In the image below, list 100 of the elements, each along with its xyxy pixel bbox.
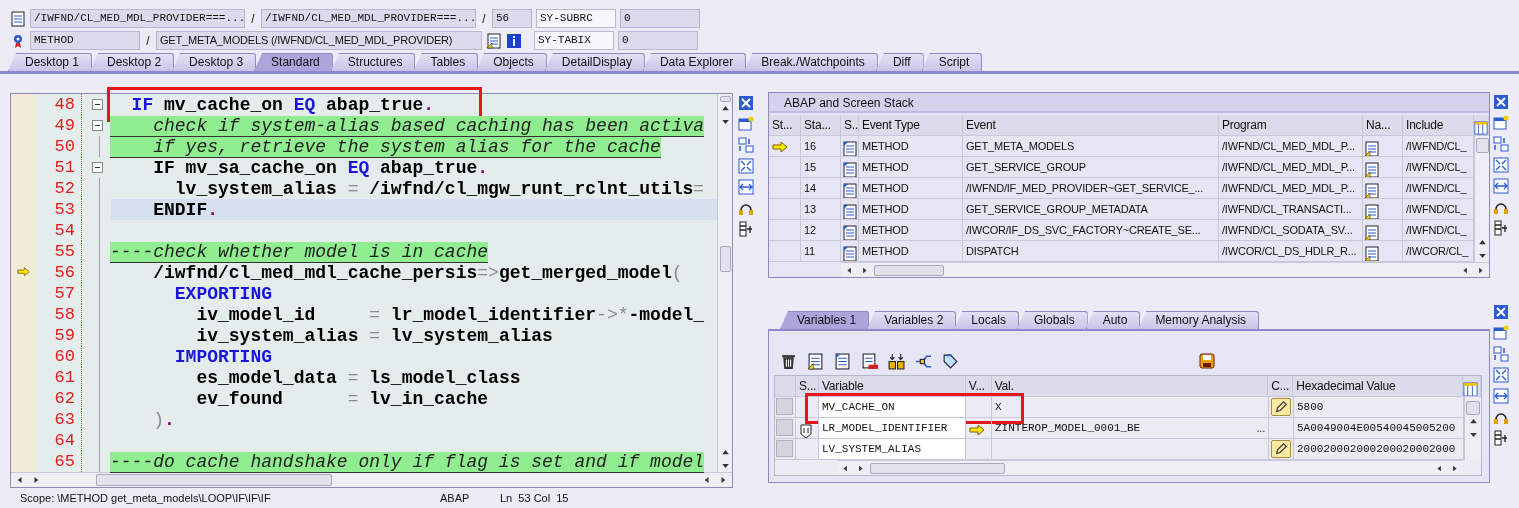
new-window-icon[interactable] (738, 116, 754, 132)
variable-value[interactable]: ZINTEROP_MODEL_0001_BE (995, 418, 1141, 438)
horizontal-resize-icon[interactable] (1493, 388, 1509, 404)
delete-icon[interactable] (780, 352, 797, 370)
close-icon[interactable] (1493, 304, 1509, 320)
table-cell[interactable]: METHOD (859, 178, 963, 199)
table-cell[interactable]: /IWFND/IF_MED_PROVIDER~GET_SERVICE_... (963, 178, 1219, 199)
scrollbar-thumb[interactable] (1475, 138, 1489, 153)
close-icon[interactable] (738, 95, 754, 111)
document-icon[interactable] (842, 162, 858, 177)
tool-icon[interactable] (738, 221, 754, 237)
table-cell[interactable]: 11 (801, 241, 841, 262)
column-header[interactable]: St... (769, 115, 801, 136)
column-header[interactable]: S.. (841, 115, 859, 136)
scrollbar-thumb[interactable] (719, 96, 731, 102)
column-header[interactable]: Event (963, 115, 1219, 136)
table-cell[interactable]: /IWFND/CL_MED_MDL_P... (1219, 136, 1363, 157)
tab[interactable]: Variables 2 (867, 311, 957, 329)
collapse-icon[interactable] (92, 162, 103, 173)
document-icon[interactable] (1364, 204, 1380, 219)
document-icon[interactable] (842, 225, 858, 240)
download-icon[interactable] (888, 352, 905, 370)
table-cell[interactable]: /IWCOR/IF_DS_SVC_FACTORY~CREATE_SE... (963, 220, 1219, 241)
tab[interactable]: Desktop 3 (172, 53, 257, 71)
tab[interactable]: Tables (413, 53, 479, 71)
table-cell[interactable]: METHOD (859, 199, 963, 220)
table-cell[interactable]: /IWFND/CL_SODATA_SV... (1219, 220, 1363, 241)
column-header[interactable]: Event Type (859, 115, 963, 136)
table-cell[interactable]: 14 (801, 178, 841, 199)
tab[interactable]: Structures (330, 53, 416, 71)
expand-icon[interactable] (738, 158, 754, 174)
document-icon[interactable] (807, 352, 824, 370)
variable-name[interactable]: MV_CACHE_ON (819, 397, 966, 418)
table-cell[interactable]: /IWFND/CL_TRANSACTI... (1219, 199, 1363, 220)
info-icon[interactable] (506, 32, 522, 49)
table-cell[interactable]: GET_SERVICE_GROUP (963, 157, 1219, 178)
column-settings-icon[interactable] (1463, 381, 1478, 396)
scrollbar-thumb[interactable] (1466, 401, 1480, 415)
table-cell[interactable]: METHOD (859, 220, 963, 241)
tab[interactable]: Auto (1085, 311, 1141, 329)
tab[interactable]: Data Explorer (642, 53, 747, 71)
tab[interactable]: Objects (476, 53, 547, 71)
document-icon[interactable] (842, 141, 858, 156)
tab[interactable]: Standard (254, 53, 333, 71)
expand-icon[interactable] (1493, 367, 1509, 383)
tool-icon[interactable] (1493, 220, 1509, 236)
column-header[interactable]: Program (1219, 115, 1363, 136)
column-header[interactable]: Include (1403, 115, 1474, 136)
tab[interactable]: Desktop 1 (8, 53, 93, 71)
document-icon[interactable] (842, 246, 858, 261)
tab[interactable]: Locals (954, 311, 1019, 329)
table-cell[interactable]: /IWFND/CL_MED_MDL_P... (1219, 178, 1363, 199)
swap-icon[interactable] (1493, 136, 1509, 152)
table-cell[interactable]: 16 (801, 136, 841, 157)
collapse-icon[interactable] (92, 99, 103, 110)
document-icon[interactable] (1364, 162, 1380, 177)
tab[interactable]: Memory Analysis (1138, 311, 1260, 329)
column-header[interactable]: Na... (1363, 115, 1403, 136)
expand-icon[interactable] (1493, 157, 1509, 173)
table-cell[interactable]: GET_META_MODELS (963, 136, 1219, 157)
horizontal-resize-icon[interactable] (1493, 178, 1509, 194)
tab[interactable]: Break./Watchpoints (744, 53, 878, 71)
scrollbar-thumb[interactable] (96, 474, 332, 486)
tab[interactable]: Desktop 2 (90, 53, 175, 71)
horizontal-resize-icon[interactable] (738, 179, 754, 195)
document-icon[interactable] (1364, 246, 1380, 261)
table-cell[interactable]: METHOD (859, 136, 963, 157)
document-icon[interactable] (1364, 183, 1380, 198)
branch-icon[interactable] (915, 352, 932, 370)
new-window-icon[interactable] (1493, 325, 1509, 341)
tab[interactable]: Globals (1017, 311, 1088, 329)
column-settings-icon[interactable] (1474, 121, 1488, 135)
document-icon[interactable] (486, 32, 502, 49)
close-icon[interactable] (1493, 94, 1509, 110)
document-icon[interactable] (1364, 225, 1380, 240)
variable-value[interactable]: X (995, 397, 1002, 417)
document-remove-icon[interactable] (861, 352, 878, 370)
variable-name[interactable]: LV_SYSTEM_ALIAS (819, 439, 966, 460)
table-cell[interactable]: METHOD (859, 157, 963, 178)
document-icon[interactable] (842, 204, 858, 219)
document-icon[interactable] (842, 183, 858, 198)
tool-icon[interactable] (1493, 430, 1509, 446)
dereference-arrow-icon[interactable] (969, 423, 985, 438)
column-header[interactable]: Sta... (801, 115, 841, 136)
document-icon[interactable] (1364, 141, 1380, 156)
tab[interactable]: Variables 1 (780, 311, 870, 329)
tab[interactable]: Diff (875, 53, 924, 71)
variable-name[interactable]: LR_MODEL_IDENTIFIER (819, 418, 966, 439)
tab[interactable]: Script (921, 53, 983, 71)
swap-icon[interactable] (738, 137, 754, 153)
tab[interactable]: DetailDisplay (544, 53, 645, 71)
column-header[interactable]: Hexadecimal Value (1293, 376, 1463, 397)
new-window-icon[interactable] (1493, 115, 1509, 131)
scrollbar-thumb[interactable] (874, 264, 944, 276)
collapse-icon[interactable] (92, 120, 103, 131)
scrollbar-thumb[interactable] (870, 462, 1005, 474)
column-header[interactable]: Val. (991, 376, 1269, 397)
save-icon[interactable] (1199, 353, 1215, 369)
table-cell[interactable]: 13 (801, 199, 841, 220)
table-cell[interactable]: GET_SERVICE_GROUP_METADATA (963, 199, 1219, 220)
